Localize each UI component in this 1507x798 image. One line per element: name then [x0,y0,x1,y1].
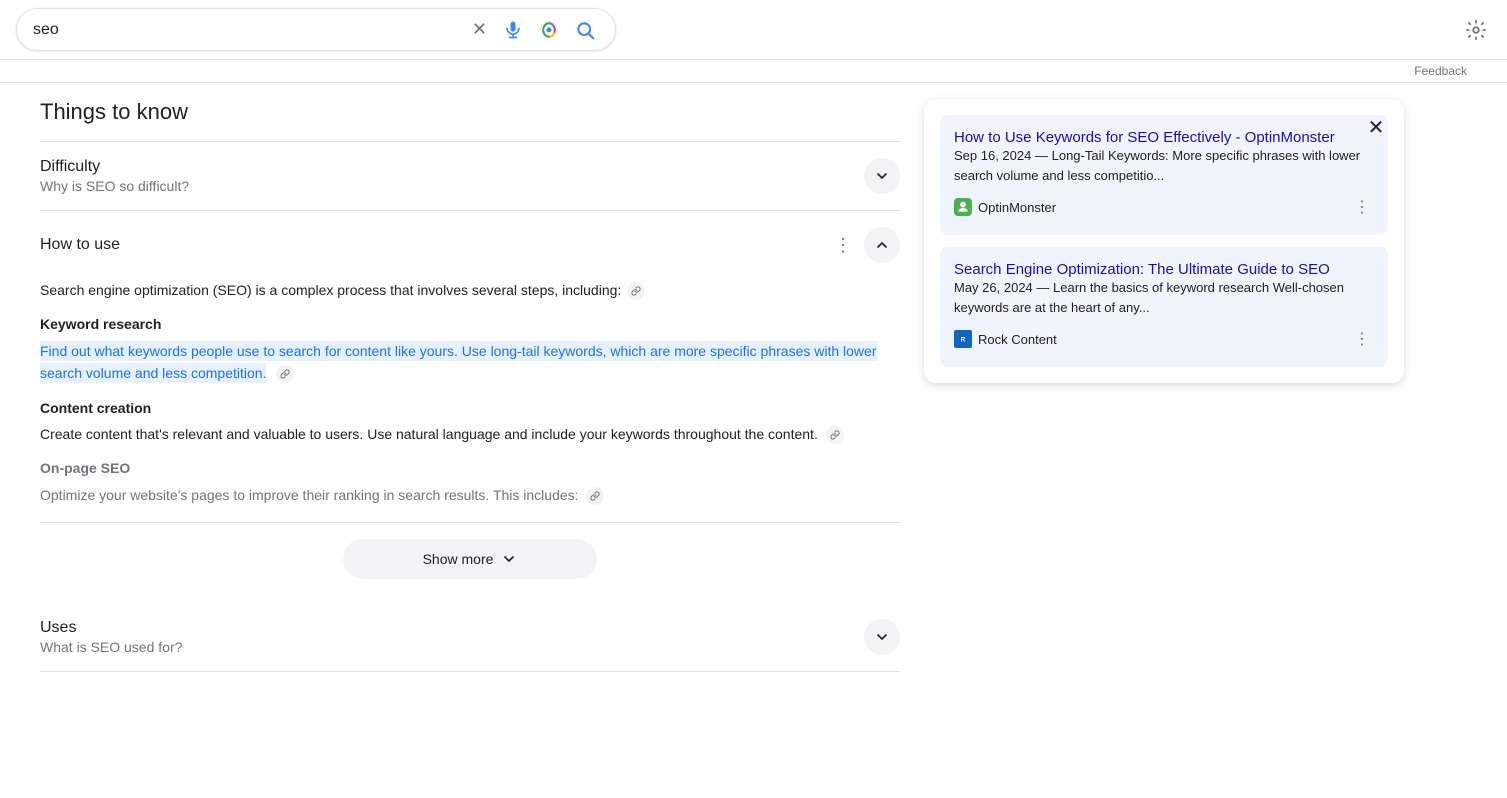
source-card-container: ✕ How to Use Keywords for SEO Effectivel… [924,99,1404,383]
google-lens-icon [539,20,559,40]
how-to-use-header[interactable]: How to use ⋮ [40,211,900,279]
difficulty-header[interactable]: Difficulty Why is SEO so difficult? [40,142,900,210]
search-input[interactable] [33,21,460,39]
uses-accordion: Uses What is SEO used for? [40,603,900,672]
show-more-button[interactable]: Show more [343,539,598,579]
settings-button[interactable] [1461,15,1491,45]
uses-controls [864,619,900,655]
uses-expand-button[interactable] [864,619,900,655]
show-more-label: Show more [423,551,494,567]
link-icon-3 [830,430,840,440]
link-icon [631,286,641,296]
how-to-use-title: How to use [40,236,830,254]
clear-icon: ✕ [472,19,487,40]
how-to-use-title-area: How to use [40,236,830,254]
difficulty-title-area: Difficulty Why is SEO so difficult? [40,158,864,194]
gear-icon [1465,19,1487,41]
content-creation-heading: Content creation [40,397,900,419]
show-more-chevron-icon [501,551,517,567]
how-to-use-collapse-button[interactable] [864,227,900,263]
feedback-bar: Feedback [0,60,1507,83]
onpage-link-icon[interactable] [586,487,604,505]
source-dash-2: — [1036,280,1053,295]
content-creation-text: Create content that's relevant and valua… [40,423,900,445]
how-to-use-content: Search engine optimization (SEO) is a co… [40,279,900,522]
feedback-link[interactable]: Feedback [1414,64,1467,78]
keyword-research-heading: Keyword research [40,313,900,335]
uses-subtitle: What is SEO used for? [40,639,864,655]
link-icon-2 [280,369,290,379]
link-icon-4 [590,491,600,501]
source-favicon-area-1: OptinMonster [954,198,1056,216]
difficulty-accordion: Difficulty Why is SEO so difficult? [40,142,900,211]
settings-area [1445,15,1491,45]
things-to-know-title: Things to know [40,99,900,125]
difficulty-subtitle: Why is SEO so difficult? [40,178,864,194]
main-layout: Things to know Difficulty Why is SEO so … [0,83,1400,688]
optinmonster-favicon [954,198,972,216]
source-title-rockcontent[interactable]: Search Engine Optimization: The Ultimate… [954,261,1330,278]
three-dot-icon: ⋮ [834,235,852,256]
search-bar: ✕ [0,0,1507,60]
difficulty-expand-button[interactable] [864,158,900,194]
source-excerpt-rockcontent: May 26, 2024 — Learn the basics of keywo… [954,278,1374,317]
highlighted-keyword-text: Find out what keywords people use to sea… [40,341,877,383]
left-panel: Things to know Difficulty Why is SEO so … [40,99,900,672]
how-to-use-more-button[interactable]: ⋮ [830,231,856,260]
source-name-rockcontent: Rock Content [978,332,1057,347]
chevron-down-icon [874,168,890,184]
source-item-optinmonster: How to Use Keywords for SEO Effectively … [940,115,1388,235]
how-to-use-controls: ⋮ [830,227,900,263]
source-more-button-1[interactable]: ⋮ [1350,193,1374,221]
show-more-container: Show more [40,523,900,595]
intro-link-icon[interactable] [627,282,645,300]
microphone-icon [503,20,523,40]
close-source-panel-button[interactable]: ✕ [1360,111,1392,143]
right-panel: ✕ How to Use Keywords for SEO Effectivel… [924,99,1404,672]
three-dot-icon-source-1: ⋮ [1354,199,1370,216]
difficulty-title: Difficulty [40,158,864,176]
lens-search-button[interactable] [535,16,563,44]
rockcontent-favicon-icon: R [956,332,970,346]
source-dash-1: — [1035,148,1052,163]
source-title-optinmonster[interactable]: How to Use Keywords for SEO Effectively … [954,129,1335,146]
clear-button[interactable]: ✕ [468,15,491,44]
source-date-1: Sep 16, 2024 [954,148,1031,163]
search-icon [575,20,595,40]
on-page-seo-text: Optimize your website's pages to improve… [40,484,900,506]
search-icons: ✕ [468,15,599,44]
svg-text:R: R [961,336,966,343]
rockcontent-favicon: R [954,330,972,348]
source-favicon-area-2: R Rock Content [954,330,1057,348]
content-link-icon[interactable] [826,426,844,444]
close-icon: ✕ [1368,115,1385,140]
how-to-use-accordion: How to use ⋮ Search engine optimiza [40,211,900,523]
source-date-2: May 26, 2024 [954,280,1033,295]
keyword-link-icon[interactable] [276,365,294,383]
keyword-research-text: Find out what keywords people use to sea… [40,340,900,385]
uses-title-area: Uses What is SEO used for? [40,619,864,655]
how-to-use-intro: Search engine optimization (SEO) is a co… [40,279,900,301]
source-footer-rockcontent: R Rock Content ⋮ [954,325,1374,353]
source-more-button-2[interactable]: ⋮ [1350,325,1374,353]
source-name-optinmonster: OptinMonster [978,200,1056,215]
three-dot-icon-source-2: ⋮ [1354,331,1370,348]
uses-chevron-down-icon [874,629,890,645]
uses-header[interactable]: Uses What is SEO used for? [40,603,900,671]
voice-search-button[interactable] [499,16,527,44]
search-submit-button[interactable] [571,16,599,44]
difficulty-controls [864,158,900,194]
source-excerpt-optinmonster: Sep 16, 2024 — Long-Tail Keywords: More … [954,146,1374,185]
source-footer-optinmonster: OptinMonster ⋮ [954,193,1374,221]
source-item-rockcontent: Search Engine Optimization: The Ultimate… [940,247,1388,367]
search-box: ✕ [16,8,616,51]
on-page-seo-heading: On-page SEO [40,457,900,479]
uses-title: Uses [40,619,864,637]
chevron-up-icon [874,237,890,253]
